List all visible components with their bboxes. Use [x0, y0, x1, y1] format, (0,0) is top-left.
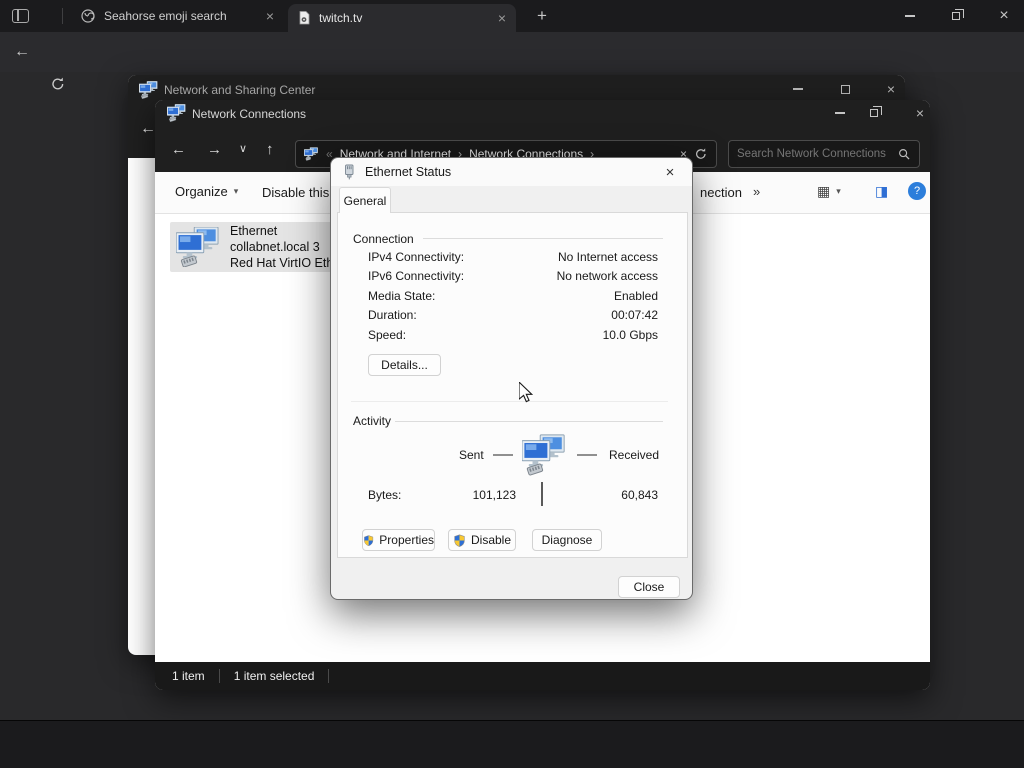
- browser-toolbar: ←: [0, 32, 1024, 90]
- sent-label: Sent: [459, 448, 484, 462]
- tab-close-icon[interactable]: ×: [498, 10, 506, 26]
- organize-menu-button[interactable]: Organize ▾: [175, 184, 238, 199]
- taskbar: ∧ 7:40 PM 11/2/2025: [0, 720, 1024, 768]
- activity-group-line: [395, 421, 663, 422]
- diagnose-button[interactable]: Diagnose: [532, 529, 602, 551]
- command-overflow-icon[interactable]: »: [753, 184, 760, 199]
- nav-recent-chevron-icon[interactable]: ∨: [239, 144, 247, 155]
- browser-restore-button[interactable]: [942, 3, 970, 29]
- browser-refresh-icon[interactable]: [50, 76, 66, 92]
- nsc-close-button[interactable]: ×: [878, 78, 904, 100]
- nav-up-icon[interactable]: ↑: [266, 142, 274, 157]
- status-divider: [218, 669, 220, 683]
- nc-window-icon: [167, 104, 186, 122]
- details-button[interactable]: Details...: [368, 354, 441, 376]
- nav-back-icon[interactable]: ←: [171, 142, 186, 157]
- duration-label: Duration:: [368, 308, 417, 322]
- nsc-window-icon: [139, 81, 158, 99]
- ipv4-label: IPv4 Connectivity:: [368, 250, 465, 264]
- nc-status-bar: 1 item 1 item selected: [155, 662, 930, 690]
- uac-shield-icon: [453, 534, 466, 547]
- address-refresh-icon[interactable]: [694, 147, 708, 161]
- dialog-title: Ethernet Status: [365, 165, 452, 179]
- grid-view-icon: ▦: [817, 183, 831, 199]
- close-button[interactable]: Close: [618, 576, 680, 598]
- dropdown-arrow-icon: ▾: [836, 186, 841, 196]
- connection-group-bottom-line: [351, 401, 668, 402]
- search-magnifier-icon: [898, 148, 910, 160]
- connection-group-label: Connection: [353, 232, 414, 246]
- preview-pane-icon[interactable]: ◨: [875, 183, 888, 200]
- dialog-close-icon[interactable]: ×: [658, 164, 682, 181]
- seahorse-tab-favicon: [81, 9, 95, 23]
- tab-twitch[interactable]: twitch.tv ×: [288, 4, 516, 32]
- connection-command-partial[interactable]: nection: [700, 185, 742, 200]
- tab-general[interactable]: General: [339, 187, 391, 213]
- ipv4-value: No Internet access: [557, 250, 658, 264]
- tab-seahorse[interactable]: Seahorse emoji search ×: [72, 0, 282, 32]
- change-view-button[interactable]: ▦ ▾: [817, 183, 841, 200]
- bytes-divider: [541, 482, 543, 506]
- media-state-value: Enabled: [613, 289, 658, 303]
- tab-close-icon[interactable]: ×: [266, 8, 274, 24]
- twitch-tab-favicon: [299, 10, 310, 24]
- duration-value: 00:07:42: [611, 308, 658, 322]
- nc-window-title: Network Connections: [192, 107, 307, 121]
- selected-count: 1 item selected: [233, 669, 315, 683]
- received-bytes-value: 60,843: [621, 488, 658, 502]
- status-divider: [328, 669, 330, 683]
- ethernet-plug-icon: [345, 164, 354, 180]
- help-button[interactable]: ?: [908, 182, 926, 200]
- nc-title-bar: Network Connections ×: [155, 100, 930, 127]
- dialog-title-bar: Ethernet Status ×: [331, 158, 692, 186]
- tab-separator: [62, 8, 63, 24]
- explorer-search-box[interactable]: [728, 140, 920, 168]
- received-dash: [577, 454, 597, 456]
- nc-restore-button[interactable]: [861, 102, 887, 124]
- ipv6-label: IPv6 Connectivity:: [368, 269, 465, 283]
- nsc-window-title: Network and Sharing Center: [164, 83, 316, 97]
- speed-label: Speed:: [368, 328, 407, 342]
- browser-tab-bar: Seahorse emoji search × twitch.tv × + ×: [0, 0, 1024, 32]
- speed-value: 10.0 Gbps: [602, 328, 658, 342]
- browser-minimize-button[interactable]: [896, 3, 924, 29]
- ethernet-item-text: Ethernet collabnet.local 3 Red Hat VirtI…: [230, 223, 344, 271]
- properties-button[interactable]: Properties: [362, 529, 435, 551]
- item-count: 1 item: [172, 669, 205, 683]
- nsc-minimize-button[interactable]: [785, 78, 811, 100]
- sent-dash: [493, 454, 513, 456]
- ethernet-item-device: Red Hat VirtIO Ether: [230, 256, 345, 270]
- tab-actions-icon[interactable]: [12, 9, 29, 23]
- received-label: Received: [609, 448, 660, 462]
- tab-label: Seahorse emoji search: [104, 9, 227, 23]
- nsc-maximize-button[interactable]: [832, 78, 858, 100]
- nc-close-button[interactable]: ×: [907, 102, 930, 124]
- media-state-label: Media State:: [368, 289, 436, 303]
- disable-button[interactable]: Disable: [448, 529, 516, 551]
- ethernet-item-name: Ethernet: [230, 224, 278, 238]
- connection-group-line: [423, 238, 663, 239]
- explorer-search-input[interactable]: [737, 148, 887, 160]
- activity-computers-icon: [522, 434, 565, 476]
- nsc-back-icon[interactable]: ←: [140, 121, 156, 137]
- activity-group-label: Activity: [353, 414, 392, 428]
- nav-forward-icon[interactable]: →: [207, 142, 222, 157]
- uac-shield-icon: [363, 534, 374, 547]
- browser-back-icon[interactable]: ←: [14, 44, 30, 60]
- dropdown-arrow-icon: ▾: [233, 186, 239, 196]
- browser-close-button[interactable]: ×: [990, 3, 1018, 29]
- ipv6-value: No network access: [556, 269, 658, 283]
- new-tab-button[interactable]: +: [528, 3, 556, 29]
- disable-device-button[interactable]: Disable this n: [262, 185, 340, 200]
- ethernet-adapter-icon: [176, 227, 219, 267]
- nc-minimize-button[interactable]: [827, 102, 853, 124]
- ethernet-status-dialog: Ethernet Status × General Connection IPv…: [330, 157, 693, 600]
- bytes-label: Bytes:: [368, 488, 402, 502]
- sent-bytes-value: 101,123: [472, 488, 516, 502]
- ethernet-item-network: collabnet.local 3: [230, 240, 320, 254]
- tab-label: twitch.tv: [319, 11, 363, 25]
- address-location-icon: [304, 147, 318, 161]
